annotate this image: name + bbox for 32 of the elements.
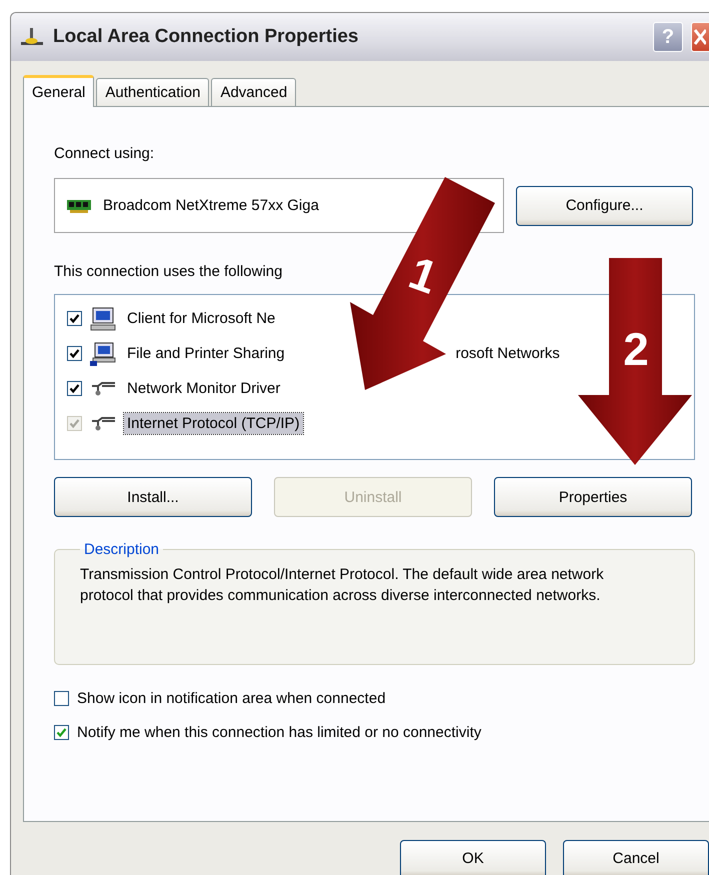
close-button[interactable] <box>691 22 709 52</box>
checkbox[interactable] <box>54 724 69 740</box>
group-title: Description <box>83 541 160 558</box>
dialog-button[interactable]: OK <box>400 840 546 875</box>
field-label: Connect using: <box>54 145 156 164</box>
checkbox[interactable] <box>67 311 82 326</box>
tab[interactable]: General <box>23 75 94 107</box>
action-button[interactable]: Install... <box>54 477 252 517</box>
list-item[interactable]: Client for Microsoft Ne <box>124 308 278 329</box>
checkbox[interactable] <box>67 346 82 361</box>
checkbox[interactable] <box>67 381 82 396</box>
network-icon <box>19 27 45 47</box>
tab[interactable]: Advanced <box>211 78 296 106</box>
list-item[interactable]: Network Monitor Driver <box>124 378 284 399</box>
step-number: 1 <box>402 246 444 304</box>
window-title: Local Area Connection Properties <box>53 26 360 48</box>
dialog-button[interactable]: Cancel <box>563 840 709 875</box>
step-number: 2 <box>623 323 649 375</box>
computer-icon <box>90 342 116 366</box>
description-text: Transmission Control Protocol/Internet Protocol. The default wide area network protocol that provides communication across diverse interconnected networks. <box>80 565 605 606</box>
network-card-icon <box>67 198 91 212</box>
checkbox-label[interactable]: Show icon in notification area when connected <box>77 690 386 706</box>
list-item[interactable]: File and Printer Sharing <box>124 343 288 364</box>
checkbox[interactable] <box>54 690 69 706</box>
checkbox-label[interactable]: Notify me when this connection has limited or no connectivity <box>77 724 482 740</box>
tab[interactable]: Authentication <box>96 78 210 106</box>
configure-button[interactable]: Configure... <box>516 186 693 226</box>
list-label: This connection uses the following <box>54 263 282 282</box>
close-icon <box>692 27 706 47</box>
action-button[interactable]: Properties <box>494 477 692 517</box>
list-item-text: rosoft Networks <box>456 345 560 362</box>
computer-icon <box>90 306 116 330</box>
